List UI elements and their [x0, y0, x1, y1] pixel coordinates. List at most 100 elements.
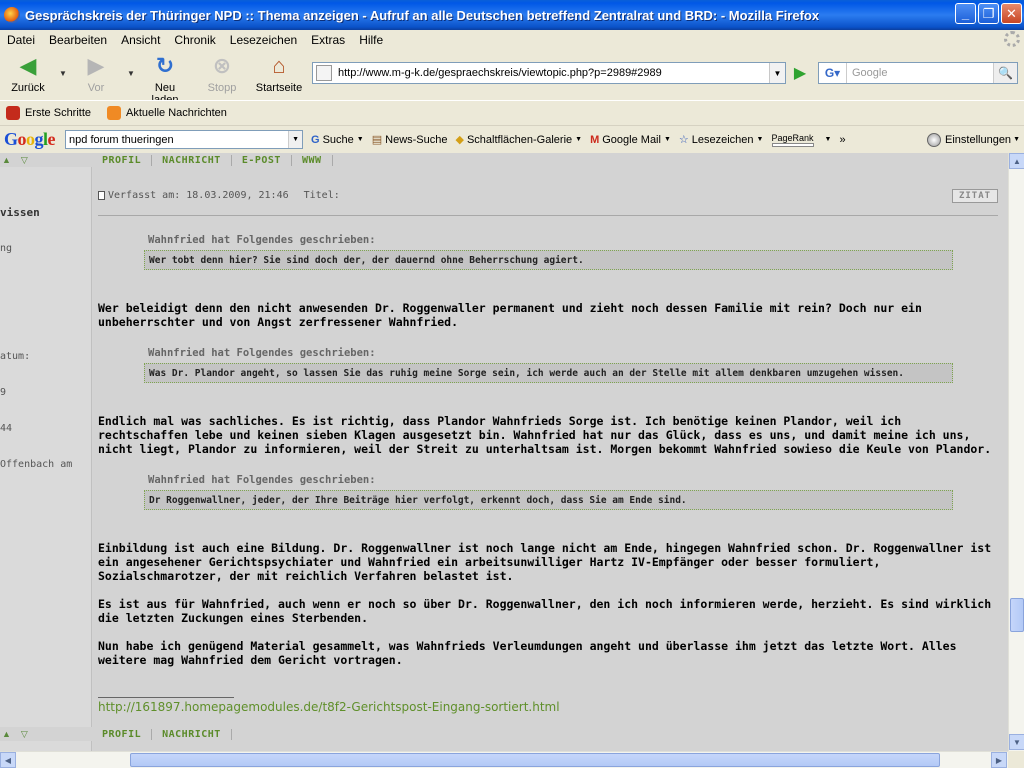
menu-chronik[interactable]: Chronik	[167, 33, 222, 47]
signature-link[interactable]: http://161897.homepagemodules.de/t8f2-Ge…	[98, 700, 560, 714]
horizontal-scroll-thumb[interactable]	[130, 753, 940, 767]
toolbar-more-button[interactable]: »	[839, 134, 845, 146]
pagerank-dropdown[interactable]: ▼	[822, 136, 832, 143]
pagerank-indicator[interactable]: PageRank	[771, 132, 814, 147]
google-query-text[interactable]: npd forum thueringen	[69, 134, 174, 146]
poster-line: 44	[0, 423, 13, 434]
google-suche-button[interactable]: G Suche ▼	[311, 134, 364, 146]
poster-line: ng	[0, 243, 13, 254]
post-divider	[98, 215, 998, 216]
bookmark-label: Erste Schritte	[25, 106, 92, 119]
bookmark-aktuelle-nachrichten[interactable]: Aktuelle Nachrichten	[107, 105, 227, 120]
signature-divider	[98, 697, 234, 698]
message-button[interactable]: NACHRICHT	[152, 728, 232, 740]
post-paragraph: Es ist aus für Wahnfried, auch wenn er n…	[98, 597, 992, 625]
stop-button[interactable]: ⊗ Stopp	[204, 53, 240, 94]
menu-extras[interactable]: Extras	[304, 33, 352, 47]
google-search-input[interactable]: npd forum thueringen ▼	[65, 130, 304, 149]
minimize-button[interactable]: _	[955, 3, 976, 24]
post-paragraph: Nun habe ich genügend Material gesammelt…	[98, 639, 957, 667]
scroll-down-button[interactable]: ▼	[1009, 734, 1024, 750]
menu-lesezeichen[interactable]: Lesezeichen	[223, 33, 304, 47]
reload-button[interactable]: ↻ Neu laden	[140, 53, 190, 106]
vertical-scrollbar[interactable]: ▲ ▼	[1008, 153, 1024, 751]
home-label: Startseite	[255, 82, 303, 94]
bookmark-icon	[6, 105, 20, 120]
poster-line	[0, 279, 72, 291]
navigation-toolbar: ◀ Zurück ▼ ▶ Vor ▼ ↻ Neu laden ⊗ Stopp ⌂…	[0, 49, 1024, 106]
menu-ansicht[interactable]: Ansicht	[114, 33, 167, 47]
gallery-icon: ◆	[455, 134, 464, 146]
vertical-scroll-thumb[interactable]	[1010, 598, 1024, 632]
scroll-up-icon[interactable]: ▲	[2, 729, 11, 740]
bookmark-erste-schritte[interactable]: Erste Schritte	[6, 105, 92, 120]
forward-button[interactable]: ▶ Vor	[80, 53, 112, 94]
google-lesezeichen-label: Lesezeichen	[691, 133, 754, 146]
post-paragraph: Einbildung ist auch eine Bildung. Dr. Ro…	[98, 541, 992, 583]
chevron-down-icon: ▼	[756, 136, 764, 143]
google-g-icon: G	[311, 133, 320, 146]
scroll-down-icon[interactable]: ▽	[21, 155, 28, 166]
stop-icon: ⊗	[212, 53, 232, 78]
schaltflaechen-galerie-button[interactable]: ◆ Schaltflächen-Galerie ▼	[455, 133, 583, 147]
pagerank-label: PageRank	[771, 132, 814, 143]
pagerank-bar	[771, 142, 814, 147]
menu-datei[interactable]: Datei	[0, 33, 42, 47]
news-suche-label: News-Suche	[385, 133, 448, 146]
google-mail-button[interactable]: M Google Mail ▼	[590, 134, 671, 146]
google-toolbar: Google npd forum thueringen ▼ G Suche ▼ …	[0, 125, 1024, 153]
scroll-right-button[interactable]: ▶	[991, 752, 1007, 768]
back-arrow-icon: ◀	[19, 53, 37, 78]
profile-button[interactable]: PROFIL	[92, 154, 153, 166]
post-paragraph: Endlich mal was sachliches. Es ist richt…	[98, 414, 992, 456]
mail-icon: M	[590, 133, 600, 146]
horizontal-scrollbar[interactable]: ◀ ▶	[0, 751, 1008, 768]
news-suche-button[interactable]: ▤ News-Suche	[372, 133, 448, 147]
url-bar[interactable]: http://www.m-g-k.de/gespraechskreis/view…	[312, 62, 786, 84]
scroll-left-button[interactable]: ◀	[0, 752, 16, 768]
title-bar: Gesprächskreis der Thüringer NPD :: Them…	[0, 0, 1024, 30]
go-button[interactable]: ▶	[790, 63, 810, 83]
home-icon: ⌂	[272, 53, 286, 78]
stop-label: Stopp	[207, 82, 237, 94]
message-button[interactable]: NACHRICHT	[152, 154, 232, 166]
close-button[interactable]: ✕	[1001, 3, 1022, 24]
email-button[interactable]: E-POST	[232, 154, 292, 166]
menu-hilfe[interactable]: Hilfe	[352, 33, 390, 47]
back-label: Zurück	[11, 82, 45, 94]
home-button[interactable]: ⌂ Startseite	[254, 53, 304, 94]
quote-box: Wer tobt denn hier? Sie sind doch der, d…	[144, 250, 953, 270]
google-query-dropdown[interactable]: ▼	[288, 131, 303, 148]
restore-button[interactable]: ❐	[978, 3, 999, 24]
post-date: Verfasst am: 18.03.2009, 21:46	[108, 190, 289, 201]
search-input[interactable]: Google	[847, 67, 887, 79]
menu-bar: Datei Bearbeiten Ansicht Chronik Lesezei…	[0, 30, 1024, 49]
quote-author: Wahnfried hat Folgendes geschrieben:	[148, 474, 376, 486]
back-history-dropdown[interactable]: ▼	[59, 69, 67, 78]
menu-bearbeiten[interactable]: Bearbeiten	[42, 33, 114, 47]
google-logo[interactable]: Google	[4, 129, 56, 150]
profile-bar-bottom: ▲ ▽ PROFIL NACHRICHT	[0, 727, 1008, 741]
scroll-up-icon[interactable]: ▲	[2, 155, 11, 166]
poster-line: 9	[0, 387, 7, 398]
quote-button[interactable]: ZITAT	[952, 189, 998, 203]
back-button[interactable]: ◀ Zurück	[10, 53, 46, 94]
forward-history-dropdown[interactable]: ▼	[127, 69, 135, 78]
google-settings-button[interactable]: Einstellungen ▼	[927, 132, 1020, 147]
www-button[interactable]: WWW	[292, 154, 333, 166]
profile-button[interactable]: PROFIL	[92, 728, 153, 740]
url-text[interactable]: http://www.m-g-k.de/gespraechskreis/view…	[338, 67, 662, 79]
quote-author: Wahnfried hat Folgendes geschrieben:	[148, 347, 376, 359]
schaltflaechen-galerie-label: Schaltflächen-Galerie	[466, 133, 573, 146]
google-lesezeichen-button[interactable]: ☆ Lesezeichen ▼	[679, 133, 764, 147]
poster-name[interactable]: vissen	[0, 207, 72, 219]
scroll-up-button[interactable]: ▲	[1009, 153, 1024, 169]
post-header: Verfasst am: 18.03.2009, 21:46 Titel:	[98, 190, 340, 201]
search-box[interactable]: G▾ Google 🔍	[818, 62, 1018, 84]
scroll-down-icon[interactable]: ▽	[21, 729, 28, 740]
poster-line	[0, 315, 72, 327]
search-engine-icon[interactable]: G▾	[819, 63, 847, 83]
scrollbar-corner	[1008, 751, 1024, 768]
search-icon[interactable]: 🔍	[993, 63, 1017, 83]
url-history-dropdown[interactable]: ▼	[769, 63, 785, 83]
